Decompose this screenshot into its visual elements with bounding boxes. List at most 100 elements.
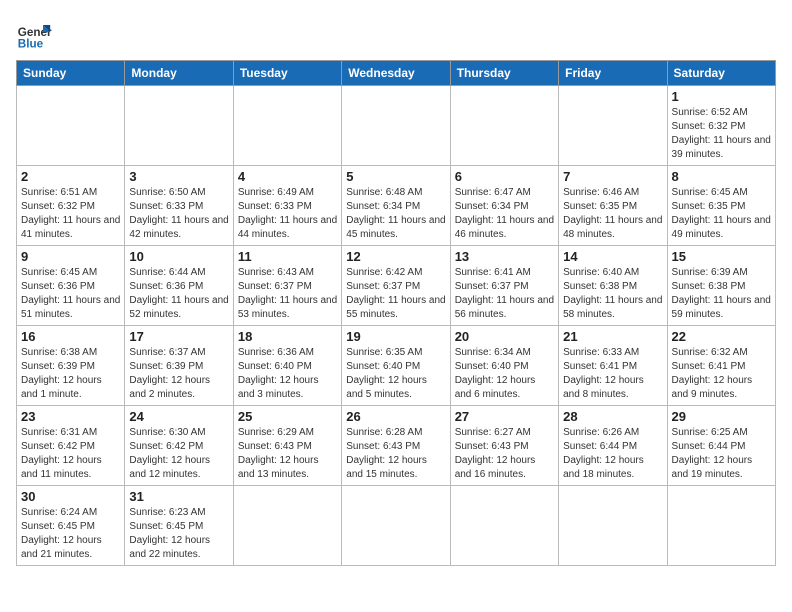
- weekday-saturday: Saturday: [667, 61, 775, 86]
- calendar: SundayMondayTuesdayWednesdayThursdayFrid…: [16, 60, 776, 566]
- day-cell: [559, 86, 667, 166]
- day-cell: [125, 86, 233, 166]
- day-cell: 5 Sunrise: 6:48 AM Sunset: 6:34 PM Daylig…: [342, 166, 450, 246]
- day-number: 15: [672, 249, 771, 264]
- day-info: Sunrise: 6:31 AM Sunset: 6:42 PM Dayligh…: [21, 426, 120, 482]
- day-cell: 31 Sunrise: 6:23 AM Sunset: 6:45 PM Dayli…: [125, 486, 233, 566]
- day-info: Sunrise: 6:25 AM Sunset: 6:44 PM Dayligh…: [672, 426, 771, 482]
- day-info: Sunrise: 6:47 AM Sunset: 6:34 PM Dayligh…: [455, 186, 554, 242]
- day-number: 9: [21, 249, 120, 264]
- day-number: 16: [21, 329, 120, 344]
- calendar-body: 1 Sunrise: 6:52 AM Sunset: 6:32 PM Daylig…: [17, 86, 776, 566]
- day-number: 10: [129, 249, 228, 264]
- day-number: 21: [563, 329, 662, 344]
- day-info: Sunrise: 6:49 AM Sunset: 6:33 PM Dayligh…: [238, 186, 337, 242]
- weekday-tuesday: Tuesday: [233, 61, 341, 86]
- day-number: 29: [672, 409, 771, 424]
- day-cell: 19Sunrise: 6:35 AM Sunset: 6:40 PM Dayli…: [342, 326, 450, 406]
- day-number: 17: [129, 329, 228, 344]
- day-cell: 21Sunrise: 6:33 AM Sunset: 6:41 PM Dayli…: [559, 326, 667, 406]
- day-info: Sunrise: 6:36 AM Sunset: 6:40 PM Dayligh…: [238, 346, 337, 402]
- day-cell: [342, 86, 450, 166]
- day-number: 3: [129, 169, 228, 184]
- day-number: 18: [238, 329, 337, 344]
- day-number: 22: [672, 329, 771, 344]
- day-cell: 30Sunrise: 6:24 AM Sunset: 6:45 PM Dayli…: [17, 486, 125, 566]
- day-cell: 11Sunrise: 6:43 AM Sunset: 6:37 PM Dayli…: [233, 246, 341, 326]
- day-cell: [450, 86, 558, 166]
- day-number: 25: [238, 409, 337, 424]
- day-info: Sunrise: 6:30 AM Sunset: 6:42 PM Dayligh…: [129, 426, 228, 482]
- day-cell: 26 Sunrise: 6:28 AM Sunset: 6:43 PM Dayli…: [342, 406, 450, 486]
- day-info: Sunrise: 6:34 AM Sunset: 6:40 PM Dayligh…: [455, 346, 554, 402]
- day-cell: [559, 486, 667, 566]
- day-info: Sunrise: 6:51 AM Sunset: 6:32 PM Dayligh…: [21, 186, 120, 242]
- day-info: Sunrise: 6:39 AM Sunset: 6:38 PM Dayligh…: [672, 266, 771, 322]
- weekday-friday: Friday: [559, 61, 667, 86]
- day-cell: 2Sunrise: 6:51 AM Sunset: 6:32 PM Daylig…: [17, 166, 125, 246]
- day-cell: [233, 86, 341, 166]
- weekday-header: SundayMondayTuesdayWednesdayThursdayFrid…: [17, 61, 776, 86]
- day-cell: 28 Sunrise: 6:26 AM Sunset: 6:44 PM Dayli…: [559, 406, 667, 486]
- day-number: 20: [455, 329, 554, 344]
- day-info: Sunrise: 6:26 AM Sunset: 6:44 PM Dayligh…: [563, 426, 662, 482]
- day-info: Sunrise: 6:23 AM Sunset: 6:45 PM Dayligh…: [129, 506, 228, 562]
- logo-icon: General Blue: [16, 16, 52, 52]
- svg-text:Blue: Blue: [18, 38, 44, 51]
- day-cell: [342, 486, 450, 566]
- day-number: 27: [455, 409, 554, 424]
- day-number: 19: [346, 329, 445, 344]
- day-number: 5: [346, 169, 445, 184]
- day-cell: 1 Sunrise: 6:52 AM Sunset: 6:32 PM Daylig…: [667, 86, 775, 166]
- day-cell: 25 Sunrise: 6:29 AM Sunset: 6:43 PM Dayli…: [233, 406, 341, 486]
- day-info: Sunrise: 6:24 AM Sunset: 6:45 PM Dayligh…: [21, 506, 120, 562]
- week-row-2: 2Sunrise: 6:51 AM Sunset: 6:32 PM Daylig…: [17, 166, 776, 246]
- logo: General Blue: [16, 16, 52, 52]
- day-info: Sunrise: 6:46 AM Sunset: 6:35 PM Dayligh…: [563, 186, 662, 242]
- day-cell: 20 Sunrise: 6:34 AM Sunset: 6:40 PM Dayli…: [450, 326, 558, 406]
- day-cell: 14 Sunrise: 6:40 AM Sunset: 6:38 PM Dayli…: [559, 246, 667, 326]
- day-info: Sunrise: 6:45 AM Sunset: 6:35 PM Dayligh…: [672, 186, 771, 242]
- day-number: 6: [455, 169, 554, 184]
- day-info: Sunrise: 6:28 AM Sunset: 6:43 PM Dayligh…: [346, 426, 445, 482]
- day-number: 4: [238, 169, 337, 184]
- day-info: Sunrise: 6:43 AM Sunset: 6:37 PM Dayligh…: [238, 266, 337, 322]
- day-number: 8: [672, 169, 771, 184]
- day-number: 28: [563, 409, 662, 424]
- day-info: Sunrise: 6:45 AM Sunset: 6:36 PM Dayligh…: [21, 266, 120, 322]
- week-row-4: 16Sunrise: 6:38 AM Sunset: 6:39 PM Dayli…: [17, 326, 776, 406]
- day-cell: 8 Sunrise: 6:45 AM Sunset: 6:35 PM Daylig…: [667, 166, 775, 246]
- day-info: Sunrise: 6:42 AM Sunset: 6:37 PM Dayligh…: [346, 266, 445, 322]
- day-info: Sunrise: 6:37 AM Sunset: 6:39 PM Dayligh…: [129, 346, 228, 402]
- day-cell: 15 Sunrise: 6:39 AM Sunset: 6:38 PM Dayli…: [667, 246, 775, 326]
- day-cell: 7 Sunrise: 6:46 AM Sunset: 6:35 PM Daylig…: [559, 166, 667, 246]
- day-cell: 12Sunrise: 6:42 AM Sunset: 6:37 PM Dayli…: [342, 246, 450, 326]
- day-number: 31: [129, 489, 228, 504]
- day-info: Sunrise: 6:52 AM Sunset: 6:32 PM Dayligh…: [672, 106, 771, 162]
- day-cell: 9 Sunrise: 6:45 AM Sunset: 6:36 PM Daylig…: [17, 246, 125, 326]
- day-cell: 3Sunrise: 6:50 AM Sunset: 6:33 PM Daylig…: [125, 166, 233, 246]
- day-cell: 17 Sunrise: 6:37 AM Sunset: 6:39 PM Dayli…: [125, 326, 233, 406]
- day-info: Sunrise: 6:48 AM Sunset: 6:34 PM Dayligh…: [346, 186, 445, 242]
- day-number: 7: [563, 169, 662, 184]
- day-cell: [450, 486, 558, 566]
- day-cell: 29 Sunrise: 6:25 AM Sunset: 6:44 PM Dayli…: [667, 406, 775, 486]
- day-cell: [233, 486, 341, 566]
- weekday-wednesday: Wednesday: [342, 61, 450, 86]
- day-info: Sunrise: 6:32 AM Sunset: 6:41 PM Dayligh…: [672, 346, 771, 402]
- day-cell: 4 Sunrise: 6:49 AM Sunset: 6:33 PM Daylig…: [233, 166, 341, 246]
- day-number: 1: [672, 89, 771, 104]
- day-cell: 16Sunrise: 6:38 AM Sunset: 6:39 PM Dayli…: [17, 326, 125, 406]
- week-row-6: 30Sunrise: 6:24 AM Sunset: 6:45 PM Dayli…: [17, 486, 776, 566]
- weekday-thursday: Thursday: [450, 61, 558, 86]
- day-info: Sunrise: 6:44 AM Sunset: 6:36 PM Dayligh…: [129, 266, 228, 322]
- day-info: Sunrise: 6:29 AM Sunset: 6:43 PM Dayligh…: [238, 426, 337, 482]
- day-number: 26: [346, 409, 445, 424]
- weekday-sunday: Sunday: [17, 61, 125, 86]
- day-number: 14: [563, 249, 662, 264]
- day-cell: 6 Sunrise: 6:47 AM Sunset: 6:34 PM Daylig…: [450, 166, 558, 246]
- day-info: Sunrise: 6:40 AM Sunset: 6:38 PM Dayligh…: [563, 266, 662, 322]
- day-cell: 24 Sunrise: 6:30 AM Sunset: 6:42 PM Dayli…: [125, 406, 233, 486]
- day-number: 24: [129, 409, 228, 424]
- day-info: Sunrise: 6:27 AM Sunset: 6:43 PM Dayligh…: [455, 426, 554, 482]
